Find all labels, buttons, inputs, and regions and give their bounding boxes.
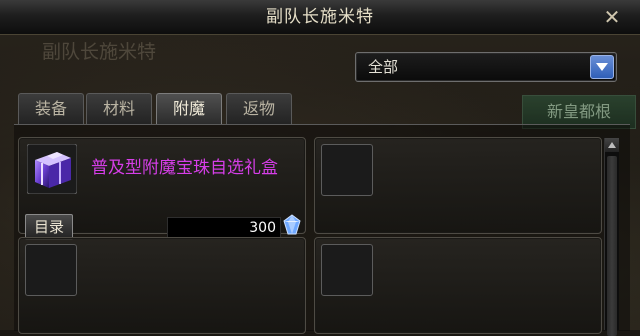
empty-item-slot: [314, 137, 602, 234]
window-title: 副队长施米特: [266, 7, 374, 27]
shop-item-slot[interactable]: 普及型附魔宝珠自选礼盒 目录 300: [18, 137, 306, 240]
gift-box-icon[interactable]: [27, 144, 77, 194]
item-name: 普及型附魔宝珠自选礼盒: [91, 158, 278, 178]
empty-icon-box: [25, 244, 77, 296]
scrollbar[interactable]: [604, 138, 619, 336]
scroll-thumb[interactable]: [607, 156, 617, 336]
empty-icon-box: [321, 244, 373, 296]
tab-return-items[interactable]: 返物: [226, 93, 292, 124]
category-dropdown[interactable]: 全部: [355, 52, 617, 82]
shop-item-panel: 普及型附魔宝珠自选礼盒 目录 300: [14, 124, 630, 334]
item-price: 300: [249, 220, 276, 236]
empty-item-slot: [18, 237, 306, 334]
tab-equipment[interactable]: 装备: [18, 93, 84, 124]
empty-icon-box: [321, 144, 373, 196]
tab-enchant[interactable]: 附魔: [156, 93, 222, 124]
close-icon[interactable]: ✕: [600, 5, 624, 29]
crystal-gem-icon: [283, 214, 301, 235]
empty-item-slot: [314, 237, 602, 334]
background-npc-label: 副队长施米特: [42, 41, 157, 63]
price-box: 300: [167, 217, 281, 239]
chevron-down-icon[interactable]: [590, 55, 614, 79]
dropdown-selected-value: 全部: [368, 58, 399, 76]
scroll-up-icon[interactable]: [605, 138, 619, 152]
tab-materials[interactable]: 材料: [86, 93, 152, 124]
